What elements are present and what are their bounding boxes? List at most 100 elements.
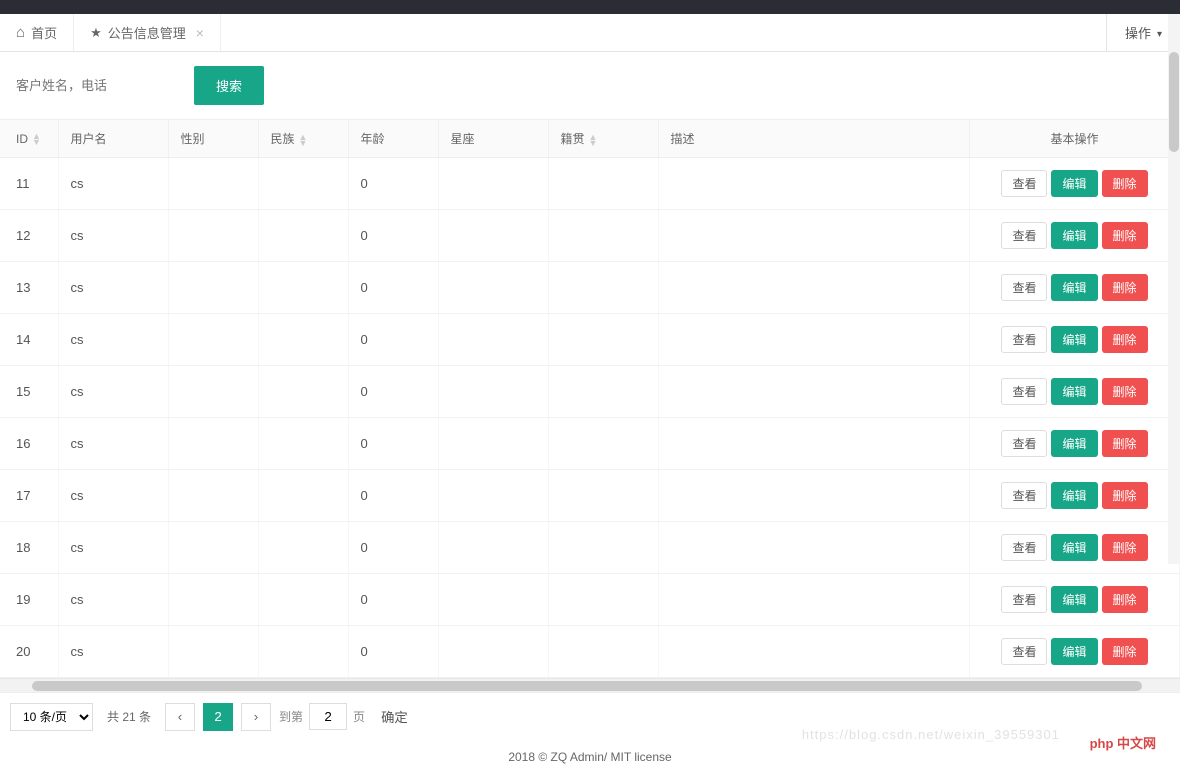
- view-button[interactable]: 查看: [1001, 170, 1047, 197]
- view-button[interactable]: 查看: [1001, 534, 1047, 561]
- cell-desc: [658, 418, 970, 470]
- edit-button[interactable]: 编辑: [1051, 378, 1097, 405]
- cell-age: 0: [348, 522, 438, 574]
- delete-button[interactable]: 删除: [1102, 638, 1148, 665]
- col-age[interactable]: 年龄: [348, 120, 438, 158]
- delete-button[interactable]: 删除: [1102, 586, 1148, 613]
- col-gender[interactable]: 性别: [168, 120, 258, 158]
- delete-button[interactable]: 删除: [1102, 378, 1148, 405]
- cell-desc: [658, 314, 970, 366]
- search-input[interactable]: [10, 70, 180, 101]
- jump-confirm-button[interactable]: 确定: [371, 701, 418, 732]
- cell-ops: 查看编辑删除: [970, 626, 1180, 678]
- prev-page-button[interactable]: ‹: [165, 703, 195, 731]
- vertical-scroll-thumb[interactable]: [1169, 52, 1179, 152]
- edit-button[interactable]: 编辑: [1051, 170, 1097, 197]
- cell-desc: [658, 262, 970, 314]
- table-row: 17cs0查看编辑删除: [0, 470, 1180, 522]
- cell-desc: [658, 522, 970, 574]
- operation-label: 操作: [1125, 23, 1151, 42]
- edit-button[interactable]: 编辑: [1051, 586, 1097, 613]
- view-button[interactable]: 查看: [1001, 482, 1047, 509]
- table-row: 15cs0查看编辑删除: [0, 366, 1180, 418]
- table-row: 13cs0查看编辑删除: [0, 262, 1180, 314]
- horizontal-scrollbar[interactable]: [0, 678, 1180, 692]
- edit-button[interactable]: 编辑: [1051, 482, 1097, 509]
- cell-age: 0: [348, 470, 438, 522]
- delete-button[interactable]: 删除: [1102, 170, 1148, 197]
- edit-button[interactable]: 编辑: [1051, 326, 1097, 353]
- cell-desc: [658, 366, 970, 418]
- tab-home[interactable]: 首页: [0, 14, 74, 51]
- cell-ethnic: [258, 522, 348, 574]
- col-id[interactable]: ID▲▼: [0, 120, 58, 158]
- col-ops: 基本操作: [970, 120, 1180, 158]
- edit-button[interactable]: 编辑: [1051, 274, 1097, 301]
- cell-zodiac: [438, 626, 548, 678]
- table-row: 19cs0查看编辑删除: [0, 574, 1180, 626]
- cell-age: 0: [348, 314, 438, 366]
- cell-gender: [168, 574, 258, 626]
- table-row: 12cs0查看编辑删除: [0, 210, 1180, 262]
- cell-username: cs: [58, 262, 168, 314]
- cell-ops: 查看编辑删除: [970, 522, 1180, 574]
- cell-ops: 查看编辑删除: [970, 210, 1180, 262]
- view-button[interactable]: 查看: [1001, 430, 1047, 457]
- cell-age: 0: [348, 418, 438, 470]
- cell-ops: 查看编辑删除: [970, 314, 1180, 366]
- view-button[interactable]: 查看: [1001, 222, 1047, 249]
- page-size-select[interactable]: 10 条/页: [10, 703, 93, 731]
- cell-username: cs: [58, 626, 168, 678]
- delete-button[interactable]: 删除: [1102, 274, 1148, 301]
- view-button[interactable]: 查看: [1001, 274, 1047, 301]
- view-button[interactable]: 查看: [1001, 326, 1047, 353]
- view-button[interactable]: 查看: [1001, 586, 1047, 613]
- view-button[interactable]: 查看: [1001, 378, 1047, 405]
- cell-gender: [168, 210, 258, 262]
- cell-id: 18: [0, 522, 58, 574]
- delete-button[interactable]: 删除: [1102, 534, 1148, 561]
- view-button[interactable]: 查看: [1001, 638, 1047, 665]
- toolbar: 搜索: [0, 52, 1180, 119]
- table-header-row: ID▲▼ 用户名 性别 民族▲▼ 年龄 星座 籍贯▲▼ 描述 基本操作: [0, 120, 1180, 158]
- edit-button[interactable]: 编辑: [1051, 534, 1097, 561]
- cell-id: 11: [0, 158, 58, 210]
- delete-button[interactable]: 删除: [1102, 430, 1148, 457]
- jump-input[interactable]: [309, 703, 347, 730]
- search-button[interactable]: 搜索: [194, 66, 264, 105]
- col-ethnic[interactable]: 民族▲▼: [258, 120, 348, 158]
- col-origin[interactable]: 籍贯▲▼: [548, 120, 658, 158]
- cell-ops: 查看编辑删除: [970, 158, 1180, 210]
- delete-button[interactable]: 删除: [1102, 222, 1148, 249]
- delete-button[interactable]: 删除: [1102, 482, 1148, 509]
- jump-suffix: 页: [353, 708, 365, 725]
- cell-desc: [658, 158, 970, 210]
- close-icon[interactable]: ×: [196, 25, 204, 41]
- cell-ops: 查看编辑删除: [970, 418, 1180, 470]
- next-page-button[interactable]: ›: [241, 703, 271, 731]
- edit-button[interactable]: 编辑: [1051, 430, 1097, 457]
- jump-to-page: 到第 页 确定: [279, 701, 418, 732]
- cell-age: 0: [348, 262, 438, 314]
- cell-username: cs: [58, 574, 168, 626]
- tab-announcement[interactable]: 公告信息管理 ×: [74, 14, 221, 51]
- cell-zodiac: [438, 418, 548, 470]
- cell-ops: 查看编辑删除: [970, 470, 1180, 522]
- cell-ethnic: [258, 470, 348, 522]
- cell-desc: [658, 470, 970, 522]
- table-row: 11cs0查看编辑删除: [0, 158, 1180, 210]
- col-username[interactable]: 用户名: [58, 120, 168, 158]
- cell-origin: [548, 158, 658, 210]
- cell-ethnic: [258, 574, 348, 626]
- cell-origin: [548, 262, 658, 314]
- edit-button[interactable]: 编辑: [1051, 222, 1097, 249]
- col-desc[interactable]: 描述: [658, 120, 970, 158]
- cell-origin: [548, 470, 658, 522]
- cell-age: 0: [348, 366, 438, 418]
- col-zodiac[interactable]: 星座: [438, 120, 548, 158]
- vertical-scrollbar[interactable]: [1168, 14, 1180, 564]
- edit-button[interactable]: 编辑: [1051, 638, 1097, 665]
- scroll-thumb[interactable]: [32, 681, 1142, 691]
- current-page-button[interactable]: 2: [203, 703, 233, 731]
- delete-button[interactable]: 删除: [1102, 326, 1148, 353]
